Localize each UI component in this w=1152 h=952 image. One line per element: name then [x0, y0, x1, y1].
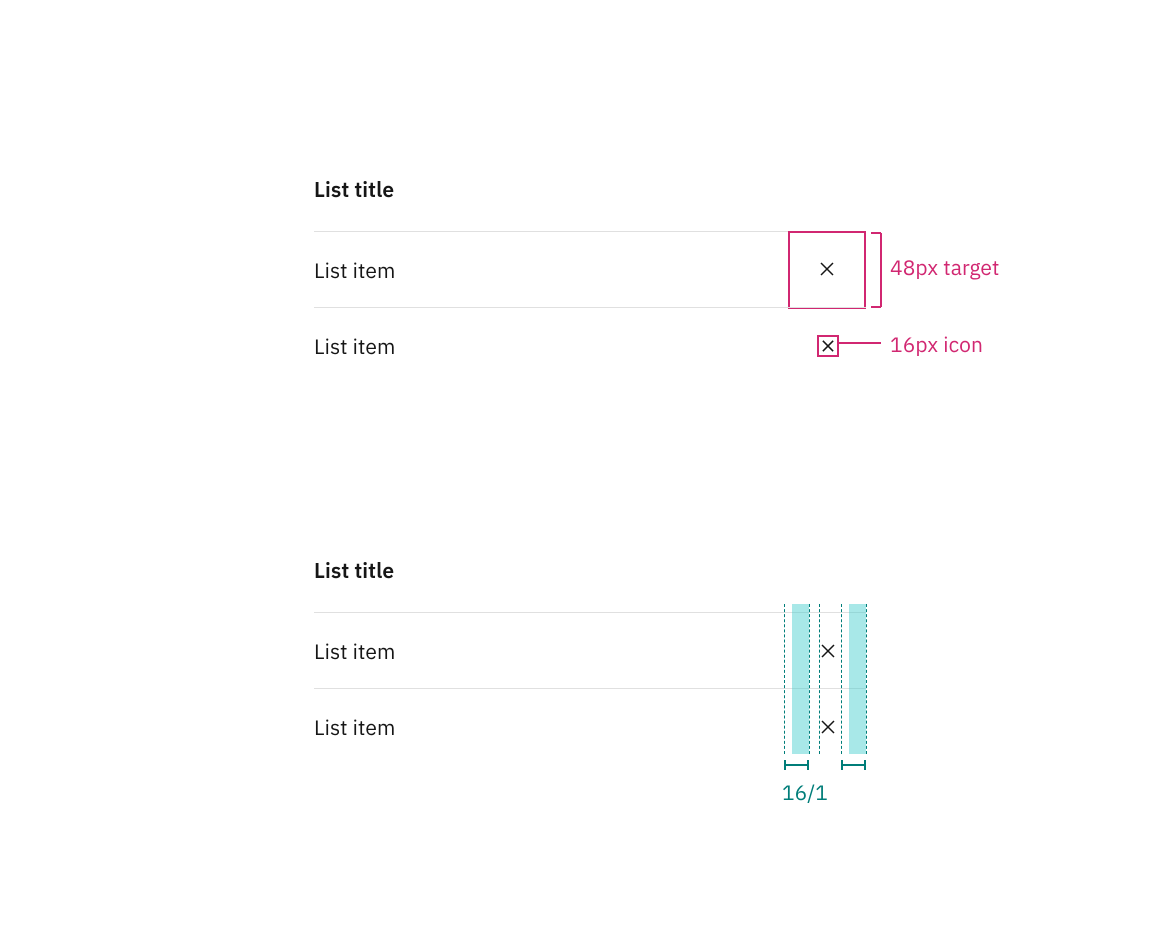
list-row-1: List item: [314, 612, 866, 688]
annotation-icon-label: 16px icon: [890, 330, 983, 358]
list-row-2: List item: [314, 688, 866, 764]
leader-line-icon: [837, 342, 881, 344]
list-spec-target: List title List item List item 48px targ…: [314, 175, 866, 383]
dimension-bracket-48: [871, 232, 883, 308]
list-row-1: List item: [314, 231, 866, 307]
list-item-text: List item: [314, 256, 395, 284]
close-icon[interactable]: [820, 261, 834, 279]
annotation-target-label: 48px target: [890, 253, 1000, 281]
list-title: List title: [314, 175, 866, 231]
list-row-2: List item: [314, 307, 866, 383]
close-icon[interactable]: [821, 720, 835, 734]
list-title: List title: [314, 556, 866, 612]
spacing-dash: [866, 604, 867, 754]
close-target-annotation: [788, 231, 866, 309]
spacing-label: 16/1: [782, 778, 828, 806]
icon-size-annotation: [817, 335, 839, 357]
list-item-text: List item: [314, 713, 395, 741]
list-item-text: List item: [314, 332, 395, 360]
list-spec-spacing: List title List item List item: [314, 556, 866, 764]
close-icon[interactable]: [821, 644, 835, 658]
list-item-text: List item: [314, 637, 395, 665]
